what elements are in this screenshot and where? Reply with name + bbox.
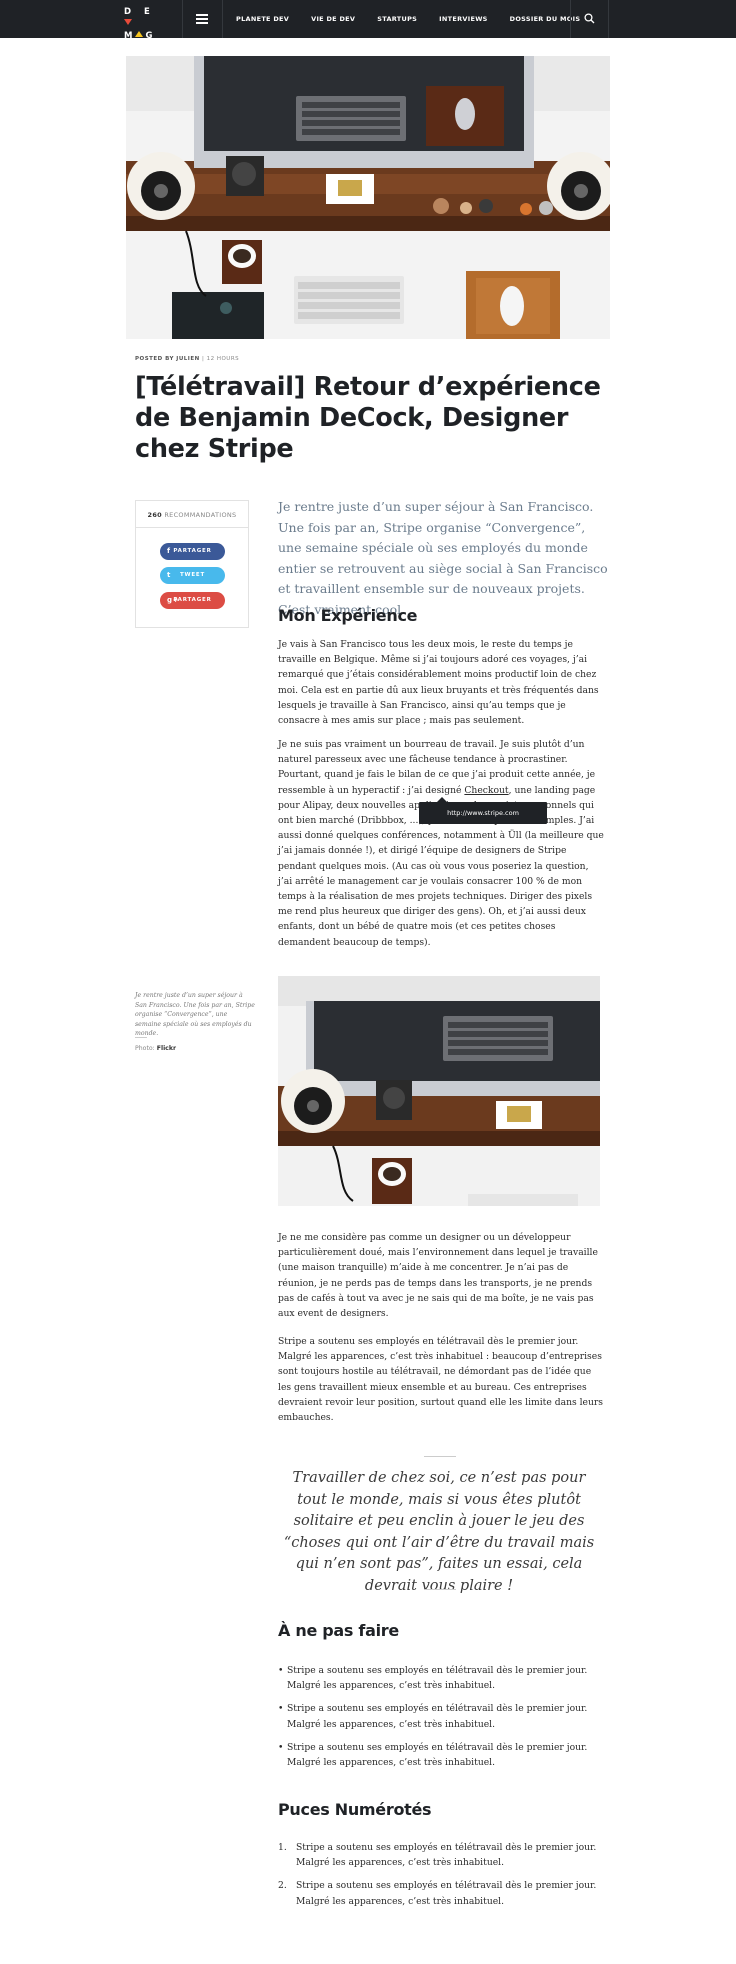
list-item: 2. Stripe a soutenu ses employés en télét… [278,1880,597,1907]
share-box: 260 RECOMMANDATIONS f PARTAGER t TWEET g… [135,500,249,628]
logo-triangle-icon [135,31,144,37]
hamburger-icon [196,14,208,16]
twitter-icon: t [167,571,172,579]
facebook-share-button[interactable]: f PARTAGER [160,543,225,560]
googleplus-icon: g+ [167,596,180,604]
nav-planete-dev[interactable]: PLANETE DEV [236,15,289,23]
paragraph: Je vais à San Francisco tous les deux mo… [278,639,599,727]
section-heading: Mon Expérience [278,606,418,625]
logo-triangle-icon [124,19,132,25]
nav-divider [570,0,571,38]
pull-quote: Travailler de chez soi, ce n’est pas pou… [283,1470,595,1594]
search-icon [584,13,595,24]
nav-divider [608,0,609,38]
bullet-list: • Stripe a soutenu ses employés en télétr… [278,1663,604,1778]
nav-divider [222,0,223,38]
nav-divider [182,0,183,38]
nav-startups[interactable]: STARTUPS [377,15,417,23]
nav-vie-de-dev[interactable]: VIE DE DEV [311,15,355,23]
facebook-icon: f [167,547,171,555]
main-nav: PLANETE DEV VIE DE DEV STARTUPS INTERVIE… [236,0,602,38]
top-navbar: D E MG PLANETE DEV VIE DE DEV STARTUPS I… [0,0,736,41]
section-heading: À ne pas faire [278,1621,399,1640]
twitter-share-button[interactable]: t TWEET [160,567,225,584]
author-link[interactable]: JULIEN [176,356,199,362]
recommendation-count: 260 RECOMMANDATIONS [147,511,237,519]
list-item: 1. Stripe a soutenu ses employés en télét… [278,1842,597,1869]
section-heading: Puces Numérotés [278,1800,432,1819]
numbered-list: 1. Stripe a soutenu ses employés en télét… [278,1840,604,1917]
hero-image [126,56,610,339]
list-item: • Stripe a soutenu ses employés en télétr… [278,1703,588,1730]
photo-caption: Je rentre juste d’un super séjour à San … [135,992,255,1037]
list-item: • Stripe a soutenu ses employés en télétr… [278,1665,588,1692]
menu-button[interactable] [184,10,220,28]
list-item: • Stripe a soutenu ses employés en télétr… [278,1741,588,1769]
photo-credit: Photo: Flickr [135,1045,177,1052]
article-title: [Télétravail] Retour d’expérience de Ben… [135,372,601,464]
link-tooltip: http://www.stripe.com [419,797,547,824]
paragraph: Je ne me considère pas comme un designer… [278,1232,598,1320]
googleplus-share-button[interactable]: g+ PARTAGER [160,592,225,609]
post-byline: POSTED BY JULIEN | 12 HOURS [135,356,240,362]
paragraph: Je ne suis pas vraiment un bourreau de t… [278,739,604,948]
article-photo [278,976,600,1206]
nav-interviews[interactable]: INTERVIEWS [439,15,487,23]
site-logo[interactable]: D E MG [124,6,160,41]
article-lead: Je rentre juste d’un super séjour à San … [278,499,608,617]
checkout-link[interactable]: Checkout [464,785,508,796]
flickr-link[interactable]: Flickr [157,1045,176,1052]
search-button[interactable] [572,0,608,38]
paragraph: Stripe a soutenu ses employés en télétra… [278,1336,604,1424]
